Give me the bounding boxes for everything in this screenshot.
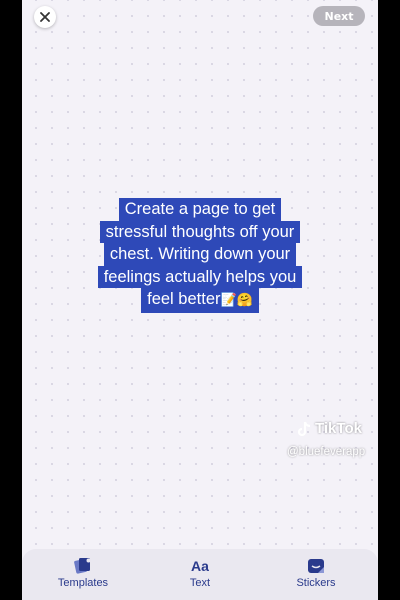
templates-tab[interactable]: Templates [43, 557, 123, 589]
caption-line: feelings actually helps you [97, 265, 303, 288]
caption-line: stressful thoughts off your [99, 220, 301, 243]
tiktok-brand-text: TikTok [315, 420, 362, 437]
stickers-icon [308, 559, 324, 573]
tiktok-handle: @bluefeverapp [287, 446, 366, 458]
close-button[interactable] [34, 6, 56, 28]
tiktok-logo-icon [298, 421, 311, 436]
templates-label: Templates [57, 577, 109, 589]
text-label: Text [189, 577, 211, 589]
memo-hug-emoji-icon: 📝🤗 [220, 293, 253, 308]
caption-line-last: feel better📝🤗 [141, 288, 259, 313]
caption-line: chest. Writing down your [103, 243, 297, 266]
stickers-tab[interactable]: Stickers [276, 557, 356, 589]
text-tab[interactable]: Aa Text [160, 557, 240, 589]
close-icon [40, 12, 50, 22]
tiktok-watermark: TikTok [298, 420, 362, 437]
caption-line: Create a page to get [118, 198, 282, 221]
stickers-label: Stickers [296, 577, 336, 589]
bottom-toolbar: Templates Aa Text Stickers [22, 549, 378, 600]
text-aa-icon: Aa [191, 558, 209, 574]
caption-text-block[interactable]: Create a page to get stressful thoughts … [0, 198, 400, 313]
next-button[interactable]: Next [313, 6, 365, 26]
caption-line-text: feel better [147, 290, 221, 308]
templates-icon [74, 558, 91, 574]
